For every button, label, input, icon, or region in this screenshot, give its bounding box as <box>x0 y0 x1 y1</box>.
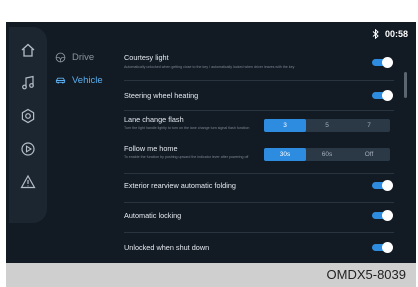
setting-unlocked-when-shut-down: Unlocked when shut down <box>124 240 394 256</box>
unlocked-when-shut-down-toggle[interactable] <box>372 242 393 253</box>
courtesy-light-title: Courtesy light <box>124 53 169 62</box>
bluetooth-icon <box>372 29 379 39</box>
courtesy-light-description: Automatically unlocked when getting clos… <box>124 65 295 69</box>
warning-triangle-icon[interactable] <box>18 172 38 192</box>
sidebar-icon-bar <box>9 27 47 223</box>
lane-change-flash-option-7[interactable]: 7 <box>348 119 390 132</box>
lane-change-flash-title: Lane change flash <box>124 115 184 124</box>
steering-wheel-heating-toggle[interactable] <box>372 90 393 101</box>
follow-me-home-title: Follow me home <box>124 144 178 153</box>
figure-code: OMDX5-8039 <box>326 267 406 282</box>
divider <box>124 110 394 111</box>
exterior-mirror-folding-toggle[interactable] <box>372 180 393 191</box>
courtesy-light-toggle[interactable] <box>372 57 393 68</box>
automatic-locking-toggle[interactable] <box>372 210 393 221</box>
infotainment-screen: Drive Vehicle 00:58 Courtesy light Autom… <box>6 22 416 263</box>
follow-me-home-option-60s[interactable]: 60s <box>306 148 348 161</box>
nav-vehicle[interactable]: Vehicle <box>55 75 103 86</box>
follow-me-home-option-30s[interactable]: 30s <box>264 148 306 161</box>
lane-change-flash-description: Turn the light handle lightly to turn on… <box>124 126 250 130</box>
nav-vehicle-label: Vehicle <box>72 75 103 86</box>
divider <box>124 232 394 233</box>
setting-exterior-mirror-folding: Exterior rearview automatic folding <box>124 178 394 194</box>
play-circle-icon[interactable] <box>18 139 38 159</box>
steering-wheel-heating-title: Steering wheel heating <box>124 91 199 100</box>
status-time: 00:58 <box>384 29 408 39</box>
divider <box>124 202 394 203</box>
lane-change-flash-selector: 3 5 7 <box>264 119 390 132</box>
follow-me-home-option-off[interactable]: Off <box>348 148 390 161</box>
exterior-mirror-folding-title: Exterior rearview automatic folding <box>124 181 236 190</box>
nav-drive[interactable]: Drive <box>55 52 94 63</box>
caption-bar: OMDX5-8039 <box>6 263 416 287</box>
lane-change-flash-option-5[interactable]: 5 <box>306 119 348 132</box>
nav-drive-label: Drive <box>72 52 95 63</box>
car-icon <box>55 77 66 84</box>
lane-change-flash-option-3[interactable]: 3 <box>264 119 306 132</box>
setting-courtesy-light: Courtesy light Automatically unlocked wh… <box>124 53 394 75</box>
status-bar: 00:58 <box>372 29 408 39</box>
setting-follow-me-home: Follow me home To enable the function by… <box>124 144 394 170</box>
setting-automatic-locking: Automatic locking <box>124 208 394 224</box>
steering-wheel-icon <box>55 52 66 63</box>
follow-me-home-selector: 30s 60s Off <box>264 148 390 161</box>
home-icon[interactable] <box>18 40 38 60</box>
divider <box>124 80 394 81</box>
automatic-locking-title: Automatic locking <box>124 211 182 220</box>
follow-me-home-description: To enable the function by pushing upward… <box>124 155 249 159</box>
scrollbar[interactable] <box>404 72 407 98</box>
divider <box>124 173 394 174</box>
setting-lane-change-flash: Lane change flash Turn the light handle … <box>124 115 394 141</box>
unlocked-when-shut-down-title: Unlocked when shut down <box>124 243 210 252</box>
settings-gear-icon[interactable] <box>18 106 38 126</box>
music-icon[interactable] <box>18 73 38 93</box>
setting-steering-wheel-heating: Steering wheel heating <box>124 88 394 104</box>
